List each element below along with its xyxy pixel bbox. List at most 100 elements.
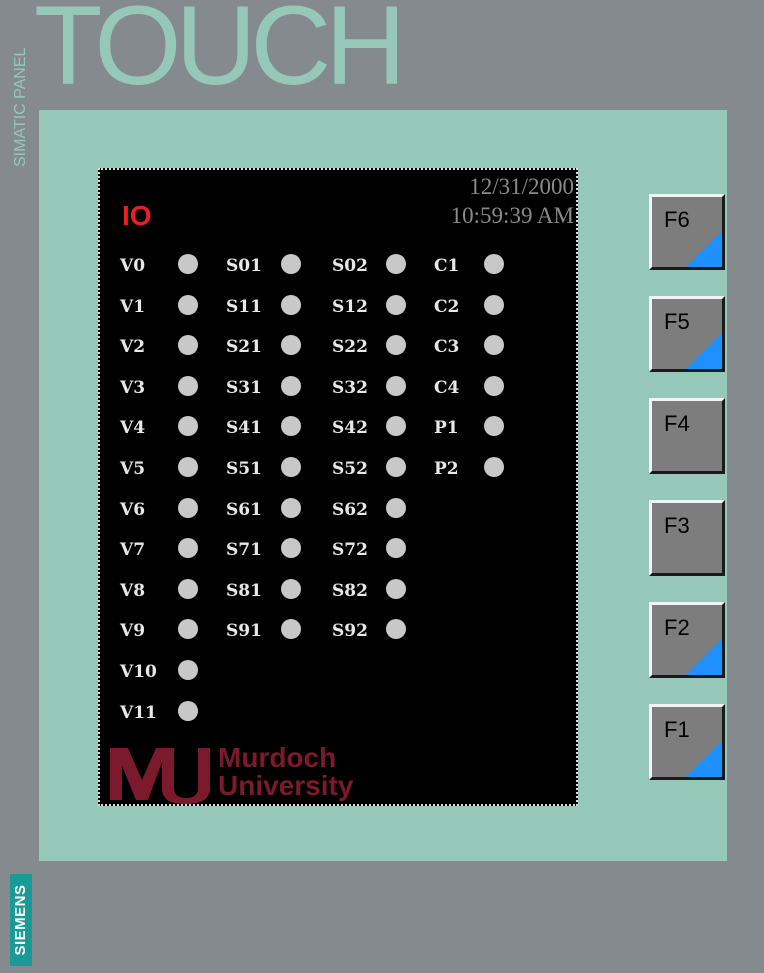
function-key-label: F5: [664, 309, 690, 334]
io-indicator: P1: [434, 416, 534, 438]
io-label: S01: [226, 256, 262, 276]
io-label: S12: [332, 297, 368, 317]
io-label: C3: [434, 337, 460, 357]
io-indicator: V11: [120, 701, 220, 723]
function-key-label: F2: [664, 615, 690, 640]
function-key-label: F1: [664, 717, 690, 742]
io-indicator: V2: [120, 335, 220, 357]
io-indicator: V4: [120, 416, 220, 438]
status-lamp-icon: [484, 254, 504, 274]
io-label: S31: [226, 378, 262, 398]
status-lamp-icon: [281, 457, 301, 477]
logo-line-murdoch: Murdoch: [218, 742, 337, 773]
status-lamp-icon: [386, 619, 406, 639]
io-label: S11: [226, 297, 262, 317]
io-label: S42: [332, 418, 368, 438]
io-label: V6: [120, 500, 146, 520]
io-indicator: C4: [434, 376, 534, 398]
io-label: C1: [434, 256, 460, 276]
io-label: V4: [120, 418, 146, 438]
function-key-f5[interactable]: F5: [649, 296, 725, 372]
status-lamp-icon: [386, 376, 406, 396]
panel-product-line: SIMATIC PANEL: [12, 47, 29, 167]
status-lamp-icon: [281, 254, 301, 274]
io-indicator: V6: [120, 498, 220, 520]
io-indicator: V8: [120, 579, 220, 601]
logo-wordmark: Murdoch University: [218, 744, 353, 800]
status-lamp-icon: [281, 376, 301, 396]
siemens-brand-label: SIEMENS: [10, 874, 32, 966]
key-indicator-icon: [686, 231, 722, 267]
io-label: S71: [226, 540, 262, 560]
io-label: S21: [226, 337, 262, 357]
io-indicator: P2: [434, 457, 534, 479]
status-lamp-icon: [386, 335, 406, 355]
io-indicator: S02: [332, 254, 432, 276]
io-indicator: S42: [332, 416, 432, 438]
function-key-f2[interactable]: F2: [649, 602, 725, 678]
io-indicator: C3: [434, 335, 534, 357]
io-label: V8: [120, 581, 146, 601]
function-key-f6[interactable]: F6: [649, 194, 725, 270]
status-lamp-icon: [484, 376, 504, 396]
status-lamp-icon: [484, 457, 504, 477]
io-indicator: S32: [332, 376, 432, 398]
function-key-f1[interactable]: F1: [649, 704, 725, 780]
status-lamp-icon: [386, 538, 406, 558]
io-indicator: S81: [226, 579, 326, 601]
function-key-label: F4: [664, 411, 690, 436]
io-label: V9: [120, 621, 146, 641]
io-indicator: S41: [226, 416, 326, 438]
io-indicator: V3: [120, 376, 220, 398]
io-indicator: S61: [226, 498, 326, 520]
key-indicator-icon: [686, 741, 722, 777]
io-label: S72: [332, 540, 368, 560]
io-label: S61: [226, 500, 262, 520]
io-indicator: S22: [332, 335, 432, 357]
io-indicator: S01: [226, 254, 326, 276]
status-lamp-icon: [386, 579, 406, 599]
io-label: S91: [226, 621, 262, 641]
io-indicator: S21: [226, 335, 326, 357]
io-label: V1: [120, 297, 146, 317]
io-label: S82: [332, 581, 368, 601]
io-indicator: S71: [226, 538, 326, 560]
status-lamp-icon: [178, 579, 198, 599]
status-lamp-icon: [386, 498, 406, 518]
status-lamp-icon: [281, 416, 301, 436]
status-lamp-icon: [281, 538, 301, 558]
status-lamp-icon: [386, 457, 406, 477]
io-label: S52: [332, 459, 368, 479]
io-label: S32: [332, 378, 368, 398]
io-label: P1: [434, 418, 459, 438]
hmi-panel: TOUCH SIMATIC PANEL IO 12/31/2000 10:59:…: [0, 0, 764, 973]
function-key-label: F3: [664, 513, 690, 538]
status-lamp-icon: [386, 254, 406, 274]
io-label: V2: [120, 337, 146, 357]
io-indicator: S82: [332, 579, 432, 601]
status-lamp-icon: [178, 538, 198, 558]
io-label: S02: [332, 256, 368, 276]
io-label: C4: [434, 378, 460, 398]
status-lamp-icon: [178, 660, 198, 680]
io-indicator: V9: [120, 619, 220, 641]
logo-line-university: University: [218, 770, 354, 801]
function-key-f4[interactable]: F4: [649, 398, 725, 474]
status-lamp-icon: [281, 619, 301, 639]
io-label: S62: [332, 500, 368, 520]
screen-title: IO: [122, 200, 152, 231]
panel-model-title: TOUCH: [34, 0, 406, 108]
io-indicator: V5: [120, 457, 220, 479]
status-lamp-icon: [178, 498, 198, 518]
function-key-f3[interactable]: F3: [649, 500, 725, 576]
io-label: V3: [120, 378, 146, 398]
io-label: S41: [226, 418, 262, 438]
io-label: V11: [120, 703, 157, 723]
function-key-label: F6: [664, 207, 690, 232]
io-indicator: S11: [226, 295, 326, 317]
io-indicator: C1: [434, 254, 534, 276]
io-label: V10: [120, 662, 157, 682]
status-lamp-icon: [484, 295, 504, 315]
mu-logo-mark-icon: [110, 748, 210, 804]
io-indicator: S62: [332, 498, 432, 520]
